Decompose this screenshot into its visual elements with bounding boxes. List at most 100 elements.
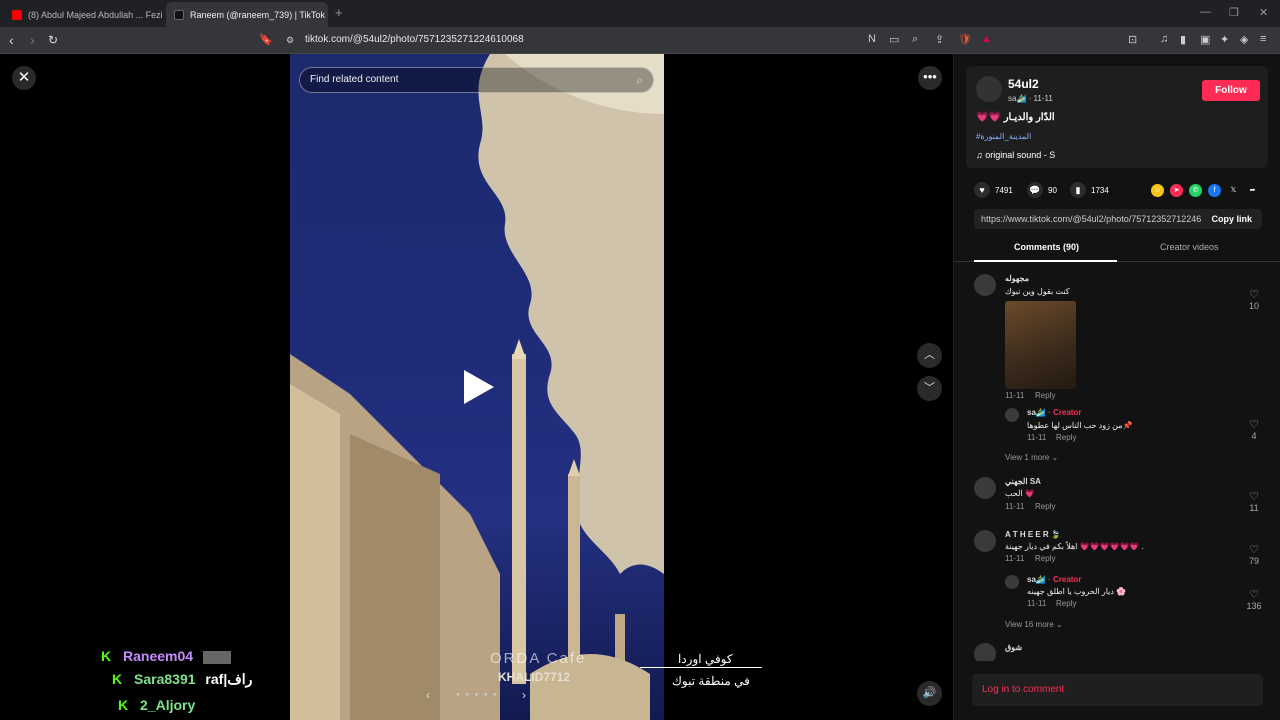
reply-button[interactable]: Reply [1035, 554, 1055, 563]
reader-off-icon[interactable]: N [868, 33, 876, 45]
view-more-replies[interactable]: View 16 more ⌄ [1005, 620, 1063, 629]
send-share-icon[interactable]: ➤ [1170, 184, 1183, 197]
save-action[interactable]: ▮ 1734 [1070, 182, 1109, 198]
share-page-icon[interactable]: ⇪ [935, 33, 944, 46]
next-post-button[interactable]: ﹀ [917, 376, 942, 401]
comment-author[interactable]: sa🏄‍♂️ · Creator [1027, 575, 1081, 584]
browser-tab-youtube[interactable]: (8) Abdul Majeed Abdullah ... Fezi La [4, 2, 164, 27]
heart-icon[interactable]: ♡ [1244, 418, 1264, 431]
comment-author[interactable]: مجهوله [1005, 274, 1029, 283]
next-slide-icon[interactable]: › [522, 688, 526, 702]
comment-like[interactable]: ♡ 4 [1244, 418, 1264, 441]
comment-like[interactable]: ♡ 136 [1244, 588, 1264, 611]
share-more-icon[interactable]: ➦ [1246, 184, 1259, 197]
follow-button[interactable]: Follow [1202, 80, 1260, 101]
reply-button[interactable]: Reply [1035, 502, 1055, 511]
reply-button[interactable]: Reply [1056, 599, 1076, 608]
login-to-comment-button[interactable]: Log in to comment [972, 674, 1263, 706]
avatar[interactable] [974, 274, 996, 296]
wallet-icon[interactable]: ▣ [1200, 33, 1210, 46]
reply-button[interactable]: Reply [1056, 433, 1076, 442]
rewards-icon[interactable]: ▲ [981, 33, 992, 45]
heart-icon[interactable]: ♡ [1244, 588, 1264, 601]
bookmark-icon[interactable]: 🔖 [259, 33, 273, 46]
maximize-icon[interactable]: ❐ [1229, 6, 1239, 19]
back-icon[interactable]: ‹ [9, 32, 14, 48]
prev-slide-icon[interactable]: ‹ [426, 688, 430, 702]
menu-icon[interactable]: ≡ [1260, 33, 1266, 45]
comment-gif-image[interactable] [1005, 301, 1076, 389]
comment-action[interactable]: 💬 90 [1027, 182, 1057, 198]
kick-icon: K [112, 671, 123, 687]
comment-author[interactable]: شوق [1005, 643, 1022, 652]
stream-username: 2_Aljory [140, 697, 196, 713]
tab-comments[interactable]: Comments (90) [1014, 242, 1079, 252]
sidebar-icon[interactable]: ▮ [1180, 33, 1186, 46]
creator-badge: · Creator [1048, 575, 1082, 584]
heart-icon[interactable]: ♡ [1244, 543, 1264, 556]
caption-top: كوفي اوردا [678, 652, 733, 666]
music-icon[interactable]: ♫ [1160, 33, 1168, 45]
heart-icon[interactable]: ♡ [1244, 288, 1264, 301]
avatar[interactable] [1005, 408, 1019, 422]
new-tab-button[interactable]: + [335, 5, 343, 20]
reload-icon[interactable]: ↻ [48, 33, 58, 47]
author-name[interactable]: 54ul2 [1008, 77, 1039, 91]
url-field[interactable]: tiktok.com/@54ul2/photo/7571235271224610… [305, 34, 524, 45]
avatar[interactable] [976, 76, 1002, 102]
screenshot-icon[interactable]: ⊡ [1128, 33, 1137, 46]
reply-button[interactable]: Reply [1035, 391, 1055, 400]
minimize-icon[interactable]: — [1200, 6, 1211, 18]
copy-link-button[interactable]: Copy link [1211, 214, 1252, 224]
tab-creator-videos[interactable]: Creator videos [1160, 242, 1219, 252]
whatsapp-icon[interactable]: ✆ [1189, 184, 1202, 197]
site-info-icon[interactable]: ⚙ [286, 35, 294, 46]
address-bar: ‹ › ↻ 🔖 ⚙ tiktok.com/@54ul2/photo/757123… [0, 27, 1280, 54]
photo-viewer: ✕ Find related content ⌕ ORDA Cafe KHALI… [0, 54, 953, 720]
leo-icon[interactable]: ✦ [1220, 33, 1229, 46]
comment-date: 11-11 [1005, 554, 1025, 563]
comment-like[interactable]: ♡ 11 [1244, 490, 1264, 513]
avatar[interactable] [974, 530, 996, 552]
comment-icon[interactable]: 💬 [1027, 182, 1043, 198]
details-panel: 54ul2 sa🏄‍♂️ · 11-11 Follow 💗💗 الدّار وا… [953, 54, 1280, 720]
window-close-icon[interactable]: ✕ [1259, 6, 1268, 19]
comment-like[interactable]: ♡ 79 [1244, 543, 1264, 566]
avatar[interactable] [974, 643, 996, 661]
comment-like[interactable]: ♡ 10 [1244, 288, 1264, 311]
volume-icon[interactable]: 🔊 [917, 681, 942, 706]
vpn-icon[interactable]: ◈ [1240, 33, 1248, 46]
search-icon[interactable]: ⌕ [636, 68, 643, 92]
search-input[interactable]: Find related content ⌕ [299, 67, 654, 93]
heart-icon[interactable]: ♡ [1244, 490, 1264, 503]
like-action[interactable]: ♥ 7491 [974, 182, 1013, 198]
post-photo[interactable]: Find related content ⌕ ORDA Cafe KHALID7… [290, 54, 664, 720]
hashtag-link[interactable]: #المدينة_المنورة [976, 132, 1031, 141]
facebook-icon[interactable]: f [1208, 184, 1221, 197]
more-options-icon[interactable]: ••• [918, 66, 942, 90]
browser-tab-tiktok[interactable]: Raneem (@raneem_739) | TikTok ✕ [166, 2, 328, 27]
post-link[interactable]: https://www.tiktok.com/@54ul2/photo/7571… [981, 214, 1201, 224]
bookmark-icon[interactable]: ▮ [1070, 182, 1086, 198]
close-tab-icon[interactable]: ✕ [325, 8, 328, 21]
stream-username: Sara8391 [134, 671, 196, 687]
forward-icon[interactable]: › [30, 32, 35, 48]
previous-post-button[interactable]: ︿ [917, 343, 942, 368]
zoom-icon[interactable]: ⌕ [912, 33, 918, 46]
embed-share-icon[interactable]: ☺ [1151, 184, 1164, 197]
cast-icon[interactable]: ▭ [889, 33, 899, 46]
comment-author[interactable]: الجهني SA [1005, 477, 1041, 486]
brave-shield-icon[interactable]: 🛡 [958, 33, 972, 46]
comment-author[interactable]: sa🏄‍♂️ · Creator [1027, 408, 1081, 417]
avatar[interactable] [1005, 575, 1019, 589]
avatar[interactable] [974, 477, 996, 499]
sound-link[interactable]: ♫ original sound - S [976, 150, 1055, 160]
play-icon[interactable] [464, 370, 494, 404]
post-info-card: 54ul2 sa🏄‍♂️ · 11-11 Follow 💗💗 الدّار وا… [966, 66, 1268, 168]
view-more-replies[interactable]: View 1 more ⌄ [1005, 453, 1058, 462]
comment-author[interactable]: A T H E E R 🍃 [1005, 530, 1061, 539]
heart-icon[interactable]: ♥ [974, 182, 990, 198]
comment-list: مجهوله كنت بقول وين تبوك 11-11 Reply ♡ 10… [954, 266, 1280, 661]
x-icon[interactable]: 𝕏 [1227, 184, 1240, 197]
close-viewer-button[interactable]: ✕ [12, 66, 36, 90]
